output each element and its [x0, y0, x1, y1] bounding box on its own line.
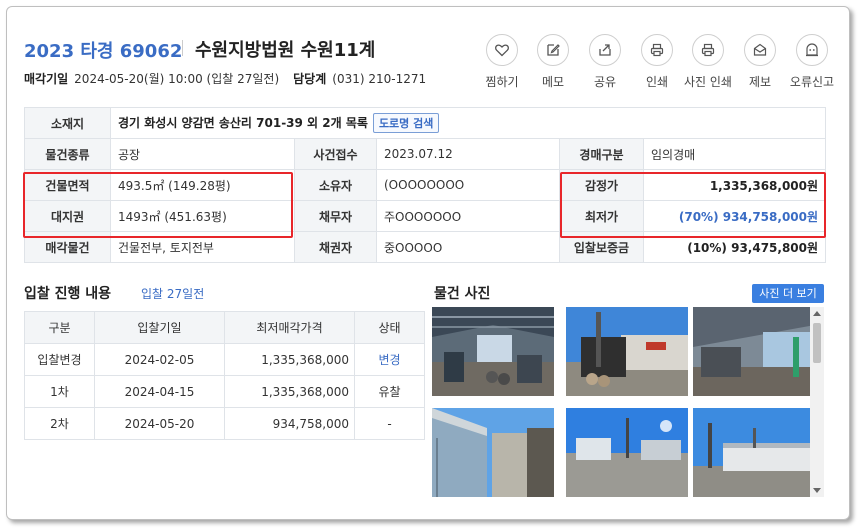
debtor-value: 주OOOOOOO [376, 200, 560, 232]
bid-status: 유찰 [354, 375, 425, 408]
favorite-button[interactable]: 찜하기 [477, 34, 527, 90]
table-row: 입찰변경 2024-02-05 1,335,368,000 변경 [24, 343, 425, 376]
auction-kind-value: 임의경매 [642, 138, 827, 170]
sale-date: 2024-05-20(월) 10:00 (입찰 27일전) [74, 72, 280, 86]
col-kind: 구분 [24, 311, 95, 344]
case-number: 2023 타경 69062 [24, 41, 183, 62]
auction-kind-label: 경매구분 [559, 138, 644, 170]
title-divider [182, 40, 183, 56]
heart-icon [495, 44, 509, 57]
scroll-thumb[interactable] [813, 323, 821, 363]
photo-grid [432, 307, 827, 497]
bid-status: 변경 [354, 343, 425, 376]
report-icon [753, 43, 767, 56]
print-icon [650, 43, 664, 57]
dept-label: 담당계 [293, 72, 327, 86]
report-button[interactable]: 제보 [735, 34, 785, 90]
sale-date-label: 매각기일 [24, 72, 69, 86]
owner-value: (OOOOOOOO [376, 169, 560, 201]
property-photo[interactable] [566, 408, 688, 497]
type-label: 물건종류 [24, 138, 111, 170]
photo-scrollbar[interactable] [810, 307, 824, 497]
share-button[interactable]: 공유 [580, 34, 630, 90]
bid-days-left: 입찰 27일전 [141, 287, 205, 301]
info-row: 소재지 경기 화성시 양감면 송산리 701-39 외 2개 목록 도로명 검색 [24, 107, 827, 139]
memo-icon [547, 44, 560, 56]
error-report-button[interactable]: 오류신고 [787, 34, 837, 90]
error-report-icon [806, 43, 818, 57]
bid-date: 2024-04-15 [94, 375, 225, 408]
print-button[interactable]: 인쇄 [632, 34, 682, 90]
property-photo[interactable] [693, 408, 815, 497]
area-highlight-box [23, 172, 293, 238]
property-photo[interactable] [432, 307, 554, 396]
col-min-price: 최저매각가격 [224, 311, 355, 344]
receipt-label: 사건접수 [294, 138, 377, 170]
bid-status: - [354, 407, 425, 440]
memo-label: 메모 [541, 75, 565, 89]
court-name: 수원지방법원 수원11계 [195, 40, 376, 61]
share-label: 공유 [593, 75, 617, 89]
bid-min-price: 1,335,368,000 [224, 375, 355, 408]
bid-progress-table: 구분 입찰기일 최저매각가격 상태 입찰변경 2024-02-05 1,335,… [24, 311, 425, 440]
favorite-label: 찜하기 [485, 75, 519, 89]
col-bid-date: 입찰기일 [94, 311, 225, 344]
memo-button[interactable]: 메모 [528, 34, 578, 90]
bid-table-header: 구분 입찰기일 최저매각가격 상태 [24, 311, 425, 344]
creditor-label: 채권자 [294, 231, 377, 263]
creditor-value: 중OOOOO [376, 231, 560, 263]
col-status: 상태 [354, 311, 425, 344]
owner-label: 소유자 [294, 169, 377, 201]
type-value: 공장 [110, 138, 295, 170]
location-label: 소재지 [24, 107, 111, 139]
receipt-value: 2023.07.12 [376, 138, 560, 170]
table-row: 2차 2024-05-20 934,758,000 - [24, 407, 425, 440]
sale-info-line: 매각기일 2024-05-20(월) 10:00 (입찰 27일전) 담당계 (031… [24, 70, 426, 87]
scroll-up-arrow-icon[interactable] [813, 311, 821, 316]
photo-print-label: 사진 인쇄 [684, 75, 732, 89]
bid-kind: 입찰변경 [24, 343, 95, 376]
location-cell: 경기 화성시 양감면 송산리 701-39 외 2개 목록 도로명 검색 [109, 107, 827, 139]
bid-min-price: 934,758,000 [224, 407, 355, 440]
property-photo[interactable] [432, 408, 554, 497]
bid-kind: 1차 [24, 375, 95, 408]
share-icon [599, 44, 611, 56]
bid-date: 2024-05-20 [94, 407, 225, 440]
print-label: 인쇄 [645, 75, 669, 89]
debtor-label: 채무자 [294, 200, 377, 232]
price-highlight-box [560, 172, 826, 238]
dept-phone: (031) 210-1271 [332, 72, 427, 86]
road-name-search-button[interactable]: 도로명 검색 [372, 113, 440, 133]
table-row: 1차 2024-04-15 1,335,368,000 유찰 [24, 375, 425, 408]
scroll-down-arrow-icon[interactable] [813, 488, 821, 493]
bid-progress-title: 입찰 진행 내용 [24, 286, 112, 302]
photo-print-button[interactable]: 사진 인쇄 [683, 34, 733, 90]
report-label: 제보 [748, 75, 772, 89]
more-photos-button[interactable]: 사진 더 보기 [752, 284, 824, 303]
property-photo[interactable] [566, 307, 688, 396]
bid-min-price: 1,335,368,000 [224, 343, 355, 376]
bid-kind: 2차 [24, 407, 95, 440]
photos-title: 물건 사진 [434, 286, 491, 302]
location-value: 경기 화성시 양감면 송산리 701-39 외 2개 목록 [118, 116, 368, 130]
info-row: 물건종류 공장 사건접수 2023.07.12 경매구분 임의경매 [24, 138, 827, 170]
bid-date: 2024-02-05 [94, 343, 225, 376]
auction-detail-panel: 2023 타경 69062 수원지방법원 수원11계 매각기일 2024-05-2… [6, 6, 850, 520]
error-report-label: 오류신고 [789, 75, 835, 89]
photo-print-icon [701, 43, 715, 57]
property-photo[interactable] [693, 307, 815, 396]
